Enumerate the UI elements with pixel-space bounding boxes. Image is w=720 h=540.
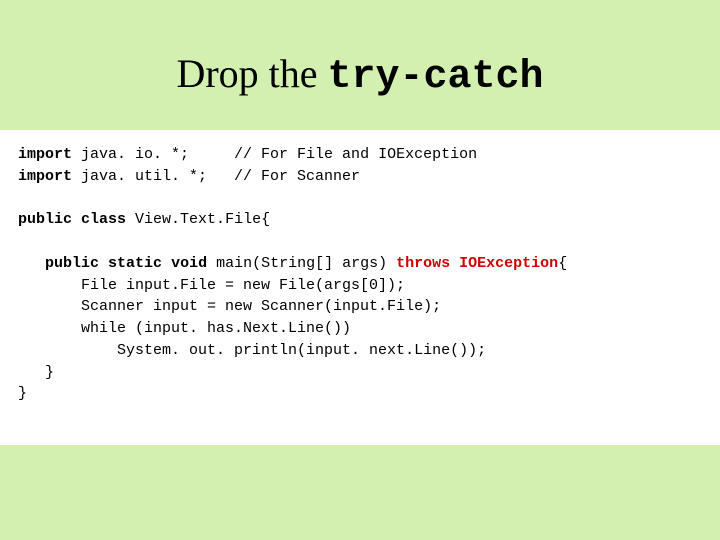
sp <box>450 255 459 272</box>
kw-class: class <box>81 211 126 228</box>
code-line-3: View.Text.File{ <box>126 211 270 228</box>
kw-public-1: public <box>18 211 72 228</box>
title-prefix: Drop the <box>176 51 327 96</box>
code-line-8: System. out. println(input. next.Line())… <box>18 342 486 359</box>
sp <box>72 211 81 228</box>
code-line-7: while (input. has.Next.Line()) <box>18 320 351 337</box>
sp <box>162 255 171 272</box>
kw-throws: throws <box>396 255 450 272</box>
code-line-10: } <box>18 385 27 402</box>
brace-open: { <box>558 255 567 272</box>
code-line-6: Scanner input = new Scanner(input.File); <box>18 298 441 315</box>
code-line-1: java. io. *; // For File and IOException <box>72 146 477 163</box>
kw-static: static <box>108 255 162 272</box>
code-line-5: File input.File = new File(args[0]); <box>18 277 405 294</box>
kw-import-2: import <box>18 168 72 185</box>
title-mono: try-catch <box>328 55 544 100</box>
code-line-2: java. util. *; // For Scanner <box>72 168 360 185</box>
code-line-9: } <box>18 364 54 381</box>
main-sig: main(String[] args) <box>207 255 396 272</box>
kw-import-1: import <box>18 146 72 163</box>
code-block: import java. io. *; // For File and IOEx… <box>0 130 720 445</box>
indent-4 <box>18 255 45 272</box>
exception-name: IOException <box>459 255 558 272</box>
kw-public-2: public <box>45 255 99 272</box>
kw-void: void <box>171 255 207 272</box>
sp <box>99 255 108 272</box>
slide-title: Drop the try-catch <box>0 0 720 130</box>
slide: Drop the try-catch import java. io. *; /… <box>0 0 720 540</box>
